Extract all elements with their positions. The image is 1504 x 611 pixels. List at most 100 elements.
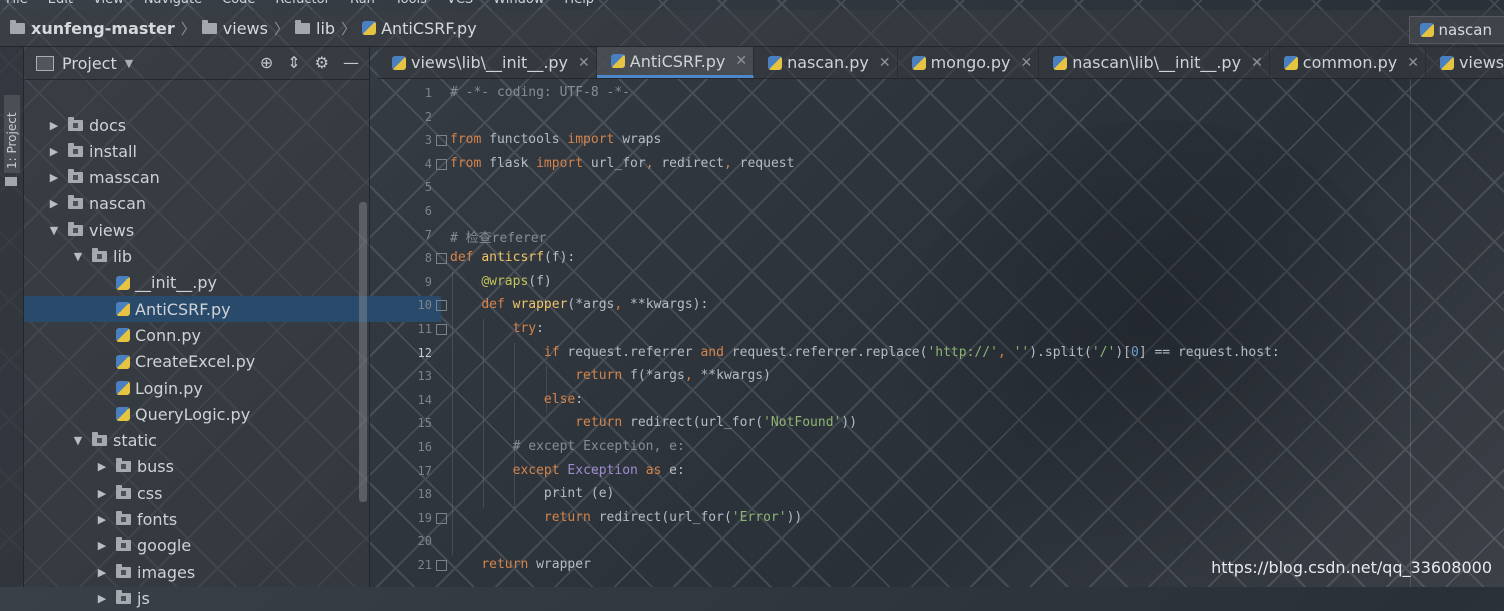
code-line[interactable]: return f(*args, **kwargs) [450, 368, 771, 383]
close-icon[interactable]: ✕ [1020, 55, 1032, 71]
code-line[interactable]: try: [450, 321, 544, 336]
editor-tab[interactable]: mongo.py ✕ [898, 47, 1040, 78]
menu-item-view[interactable]: View [93, 0, 124, 7]
gear-icon[interactable]: ⚙ [315, 53, 329, 72]
code-token: and [700, 344, 724, 360]
editor-tab[interactable]: views\lib\__init__.py ✕ [378, 47, 597, 78]
close-icon[interactable]: ✕ [578, 55, 590, 71]
tree-item-label: images [137, 562, 196, 582]
tree-item-label: AntiCSRF.py [135, 299, 231, 319]
code-line[interactable]: else: [450, 392, 583, 407]
close-icon[interactable]: ✕ [879, 55, 891, 71]
code-line[interactable]: # 检查referer [450, 227, 546, 246]
project-panel: Project ▼ ⊕ ⇕ ⚙ — ▶ docs ▶ install ▶ masscan ▶… [24, 47, 441, 608]
menu-item-window[interactable]: Window [493, 0, 544, 7]
editor-tab[interactable]: nascan\lib\__init__.py ✕ [1039, 47, 1270, 78]
code-line[interactable]: return redirect(url_for('NotFound')) [450, 415, 857, 430]
code-token: request [731, 155, 795, 171]
locate-icon[interactable]: ⊕ [260, 53, 273, 72]
collapsed-arrow-icon[interactable]: ▶ [48, 145, 60, 158]
menu-item-navigate[interactable]: Navigate [144, 0, 202, 7]
fold-marker-icon[interactable] [436, 135, 447, 147]
code-editor[interactable]: 1 2 3 4 5 6 7 8 9 10 11 12 13 14 15 16 17 18 19 20 21 # -*- … [370, 79, 1504, 587]
editor-tab[interactable]: nascan.py ✕ [754, 47, 898, 78]
collapsed-arrow-icon[interactable]: ▶ [96, 513, 108, 526]
code-line[interactable]: print (e) [450, 486, 614, 501]
fold-marker-icon[interactable] [436, 560, 447, 571]
run-configuration-selector[interactable]: nascan [1408, 16, 1504, 44]
expanded-arrow-icon[interactable]: ▼ [48, 224, 60, 237]
folder-badge [73, 227, 78, 233]
collapsed-arrow-icon[interactable]: ▶ [96, 487, 108, 500]
project-panel-title[interactable]: Project [62, 54, 117, 73]
collapsed-arrow-icon[interactable]: ▶ [96, 460, 108, 473]
code-line[interactable]: def anticsrf(f): [450, 250, 575, 265]
fold-marker-icon[interactable] [436, 512, 447, 524]
code-token: (*args [567, 297, 615, 313]
collapsed-arrow-icon[interactable]: ▶ [96, 566, 108, 579]
chevron-down-icon[interactable]: ▼ [125, 57, 133, 70]
code-token: '' [1013, 344, 1030, 360]
code-line[interactable]: from flask import url_for, redirect, req… [450, 156, 794, 171]
code-token: : [575, 391, 584, 407]
breadcrumb-lib[interactable]: lib [316, 19, 335, 38]
collapsed-arrow-icon[interactable]: ▶ [96, 539, 108, 552]
minimize-icon[interactable]: — [343, 53, 359, 72]
tree-folder-install[interactable]: ▶ install [24, 138, 393, 164]
tab-label: nascan\lib\__init__.py [1072, 53, 1242, 72]
menu-item-refactor[interactable]: Refactor [275, 0, 330, 7]
expanded-arrow-icon[interactable]: ▼ [72, 250, 84, 263]
folder-icon [201, 19, 217, 34]
breadcrumb-file[interactable]: AntiCSRF.py [381, 19, 477, 38]
collapsed-arrow-icon[interactable]: ▶ [96, 592, 108, 605]
folder-icon [116, 458, 131, 473]
menu-item-file[interactable]: File [6, 0, 28, 7]
fold-marker-icon[interactable] [436, 253, 447, 265]
tree-folder-masscan[interactable]: ▶ masscan [24, 165, 393, 191]
breadcrumb-project[interactable]: xunfeng-master [31, 19, 175, 38]
tree-folder-views[interactable]: ▼ views [24, 217, 393, 243]
scrollbar[interactable] [359, 202, 367, 502]
tree-folder-docs[interactable]: ▶ docs [24, 112, 393, 138]
line-number: 16 [417, 440, 432, 454]
editor-tab[interactable]: views\__init__...✕ [1426, 47, 1504, 78]
code-line[interactable]: return redirect(url_for('Error')) [450, 510, 802, 525]
collapsed-arrow-icon[interactable]: ▶ [48, 197, 60, 210]
close-icon[interactable]: ✕ [1407, 55, 1419, 71]
code-line[interactable]: from functools import wraps [450, 132, 661, 147]
tree-folder-js[interactable]: ▶ js [24, 585, 441, 611]
fold-marker-icon[interactable] [436, 158, 447, 170]
code-line[interactable]: # except Exception, e: [450, 439, 685, 454]
editor-tab[interactable]: common.py ✕ [1270, 47, 1426, 78]
code-token: , [645, 155, 654, 171]
menu-item-run[interactable]: Run [350, 0, 375, 7]
close-icon[interactable]: ✕ [1251, 55, 1263, 71]
collapsed-arrow-icon[interactable]: ▶ [48, 119, 60, 132]
tree-folder-nascan[interactable]: ▶ nascan [24, 191, 393, 217]
menu-item-help[interactable]: Help [564, 0, 594, 7]
breadcrumb-views[interactable]: views [223, 19, 268, 38]
menu-item-vcs[interactable]: VCS [447, 0, 473, 7]
menu-item-code[interactable]: Code [222, 0, 255, 7]
code-line[interactable]: if request.referrer and request.referrer… [450, 345, 1280, 360]
code-line[interactable]: def wrapper(*args, **kwargs): [450, 297, 708, 312]
collapsed-arrow-icon[interactable]: ▶ [48, 171, 60, 184]
fold-marker-icon[interactable] [436, 324, 447, 335]
fold-marker-icon[interactable] [436, 300, 447, 312]
python-file-icon [116, 328, 130, 343]
menu-item-edit[interactable]: Edit [48, 0, 73, 7]
menu-item-tools[interactable]: Tools [395, 0, 427, 7]
chevron-right-icon: 〉 [341, 19, 357, 38]
editor-tab[interactable]: AntiCSRF.py ✕ [596, 47, 755, 78]
expanded-arrow-icon[interactable]: ▼ [72, 434, 84, 447]
folder-badge [73, 122, 78, 128]
code-line[interactable]: except Exception as e: [450, 463, 685, 478]
code-line[interactable]: return wrapper [450, 557, 591, 572]
code-line[interactable]: # -*- coding: UTF-8 -*- [450, 85, 630, 100]
collapse-all-icon[interactable]: ⇕ [287, 53, 300, 72]
code-line[interactable]: @wraps(f) [450, 274, 551, 289]
code-token: wraps [614, 132, 662, 148]
close-icon[interactable]: ✕ [735, 53, 747, 69]
